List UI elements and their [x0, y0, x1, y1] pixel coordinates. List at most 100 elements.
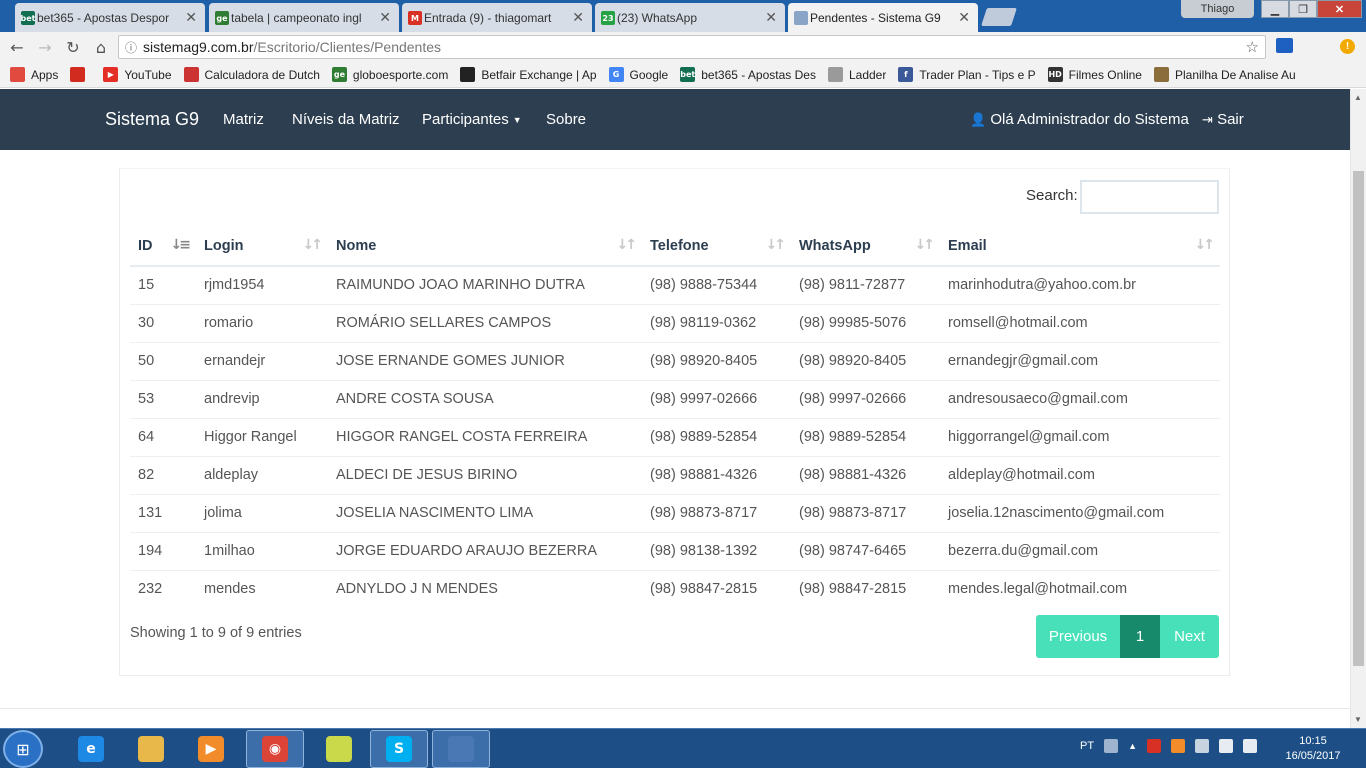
scroll-down-icon[interactable]: ▼ — [1354, 715, 1362, 724]
windows-start-icon[interactable]: ⊞ — [3, 730, 43, 768]
minimize-icon[interactable]: ▁ — [1261, 0, 1289, 18]
info-icon[interactable]: ⓘ — [119, 39, 143, 56]
taskbar-app[interactable]: S — [370, 730, 428, 768]
column-header-nome[interactable]: Nome ↓↑ — [328, 226, 642, 267]
bookmark-label: YouTube — [124, 67, 172, 82]
table-row[interactable]: 64 Higgor Rangel HIGGOR RANGEL COSTA FERRE… — [130, 417, 1220, 456]
extension-icon[interactable] — [1276, 38, 1293, 53]
browser-tab-globoesporte[interactable]: ge tabela | campeonato ingl ✕ — [209, 3, 399, 32]
taskbar-app[interactable] — [310, 730, 368, 768]
bookmark-star-icon[interactable]: ☆ — [1246, 38, 1259, 56]
bookmark-item[interactable] — [70, 67, 91, 82]
bookmark-label: Betfair Exchange | Ap — [481, 67, 597, 82]
bookmark-item[interactable]: Planilha De Analise Au — [1153, 67, 1296, 82]
browser-tab-bet365[interactable]: bet bet365 - Apostas Despor ✕ — [15, 3, 205, 32]
sticky-notes-icon — [326, 736, 352, 762]
table-row[interactable]: 53 andrevip ANDRE COSTA SOUSA (98) 9997-026… — [130, 379, 1220, 418]
table-row[interactable]: 82 aldeplay ALDECI DE JESUS BIRINO (98) 988… — [130, 455, 1220, 494]
page-1-button[interactable]: 1 — [1120, 615, 1160, 658]
close-tab-icon[interactable]: ✕ — [379, 9, 391, 26]
table-cell: (98) 98847-2815 — [642, 569, 791, 608]
nav-item-niveis[interactable]: Níveis da Matriz — [292, 111, 400, 128]
show-hidden-icons-icon[interactable]: ▲ — [1128, 741, 1137, 751]
globoesporte-icon: ge — [331, 67, 347, 82]
taskbar-app[interactable]: e — [62, 730, 120, 768]
language-indicator[interactable]: PT — [1080, 740, 1094, 752]
table-row[interactable]: 232 mendes ADNYLDO J N MENDES (98) 98847-28… — [130, 569, 1220, 608]
scrollbar-thumb[interactable] — [1353, 171, 1364, 666]
search-input[interactable] — [1080, 180, 1219, 214]
table-row[interactable]: 30 romario ROMÁRIO SELLARES CAMPOS (98) 981… — [130, 303, 1220, 342]
column-header-whatsapp[interactable]: WhatsApp ↓↑ — [791, 226, 940, 267]
flag-icon[interactable] — [1194, 739, 1209, 753]
browser-tab-gmail[interactable]: M Entrada (9) - thiagomart ✕ — [402, 3, 592, 32]
table-row[interactable]: 50 ernandejr JOSE ERNANDE GOMES JUNIOR (98)… — [130, 341, 1220, 380]
table-cell: ernandegjr@gmail.com — [940, 341, 1220, 380]
previous-page-button[interactable]: Previous — [1036, 615, 1120, 658]
table-cell: (98) 9997-02666 — [791, 379, 940, 418]
bookmark-item[interactable]: bet bet365 - Apostas Des — [680, 67, 816, 82]
table-row[interactable]: 131 jolima JOSELIA NASCIMENTO LIMA (98) 988… — [130, 493, 1220, 532]
tab-label: Pendentes - Sistema G9 — [810, 10, 941, 25]
table-cell: (98) 98873-8717 — [791, 493, 940, 532]
close-window-icon[interactable]: ✕ — [1317, 0, 1362, 18]
warning-icon[interactable]: ! — [1340, 39, 1355, 54]
keyboard-icon[interactable] — [1104, 739, 1119, 753]
reload-icon[interactable]: ↻ — [62, 37, 84, 57]
bookmark-label: globoesporte.com — [352, 67, 449, 82]
address-bar[interactable]: ⓘ sistemag9.com.br/Escritorio/Clientes/P… — [118, 35, 1266, 59]
brand-link[interactable]: Sistema G9 — [105, 109, 199, 130]
nav-item-sobre[interactable]: Sobre — [546, 111, 586, 128]
bookmark-item[interactable]: Apps — [10, 67, 58, 82]
bookmark-item[interactable]: ▶ YouTube — [103, 67, 172, 82]
bookmark-item[interactable]: ge globoesporte.com — [331, 67, 449, 82]
browser-tab-whatsapp[interactable]: 23 (23) WhatsApp ✕ — [595, 3, 785, 32]
calculator-icon — [183, 67, 199, 82]
taskbar-app[interactable] — [122, 730, 180, 768]
user-greeting[interactable]: 👤 Olá Administrador do Sistema — [970, 111, 1189, 128]
table-cell: (98) 98881-4326 — [642, 455, 791, 494]
close-tab-icon[interactable]: ✕ — [572, 9, 584, 26]
network-signal-icon[interactable] — [1218, 739, 1233, 753]
column-header-email[interactable]: Email ↓↑ — [940, 226, 1220, 267]
avast-icon[interactable] — [1170, 739, 1185, 753]
taskbar-app[interactable] — [432, 730, 490, 768]
antivirus-icon[interactable] — [1146, 739, 1161, 753]
nav-item-matriz[interactable]: Matriz — [223, 111, 264, 128]
column-header-id[interactable]: ID ↓≡ — [130, 226, 196, 267]
bookmark-item[interactable]: HD Filmes Online — [1047, 67, 1142, 82]
bookmark-item[interactable]: G Google — [608, 67, 668, 82]
bookmark-item[interactable]: Betfair Exchange | Ap — [460, 67, 597, 82]
next-page-button[interactable]: Next — [1160, 615, 1219, 658]
scroll-up-icon[interactable]: ▲ — [1354, 93, 1362, 102]
table-row[interactable]: 15 rjmd1954 RAIMUNDO JOAO MARINHO DUTRA (98… — [130, 265, 1220, 304]
maximize-icon[interactable]: ❐ — [1289, 0, 1317, 18]
column-header-telefone[interactable]: Telefone ↓↑ — [642, 226, 791, 267]
bookmark-item[interactable]: f Trader Plan - Tips e P — [898, 67, 1036, 82]
taskbar-app[interactable]: ◉ — [246, 730, 304, 768]
table-cell: (98) 98873-8717 — [642, 493, 791, 532]
pagination: Previous 1 Next — [1036, 615, 1219, 658]
table-row[interactable]: 194 1milhao JORGE EDUARDO ARAUJO BEZERRA (9… — [130, 531, 1220, 570]
profile-button[interactable]: Thiago — [1181, 0, 1254, 18]
back-arrow-icon[interactable]: ← — [6, 37, 28, 57]
table-cell: (98) 9888-75344 — [642, 265, 791, 304]
logout-link[interactable]: ⇥ Sair — [1202, 111, 1244, 128]
forward-arrow-icon[interactable]: → — [34, 37, 56, 57]
table-cell: (98) 9997-02666 — [642, 379, 791, 418]
bookmark-item[interactable]: Ladder — [827, 67, 886, 82]
volume-icon[interactable] — [1242, 739, 1257, 753]
table-cell: higgorrangel@gmail.com — [940, 417, 1220, 456]
close-tab-icon[interactable]: ✕ — [185, 9, 197, 26]
page-scrollbar[interactable]: ▲ ▼ — [1350, 89, 1366, 728]
column-header-login[interactable]: Login ↓↑ — [196, 226, 328, 267]
system-clock[interactable]: 10:15 16/05/2017 — [1278, 734, 1348, 764]
close-tab-icon[interactable]: ✕ — [765, 9, 777, 26]
nav-item-participantes[interactable]: Participantes ▼ — [422, 111, 522, 128]
browser-tab-pendentes[interactable]: Pendentes - Sistema G9 ✕ — [788, 3, 978, 32]
taskbar-app[interactable]: ▶ — [182, 730, 240, 768]
new-tab-button[interactable] — [981, 8, 1017, 26]
close-tab-icon[interactable]: ✕ — [958, 9, 970, 26]
home-icon[interactable]: ⌂ — [90, 37, 112, 57]
bookmark-item[interactable]: Calculadora de Dutch — [183, 67, 320, 82]
